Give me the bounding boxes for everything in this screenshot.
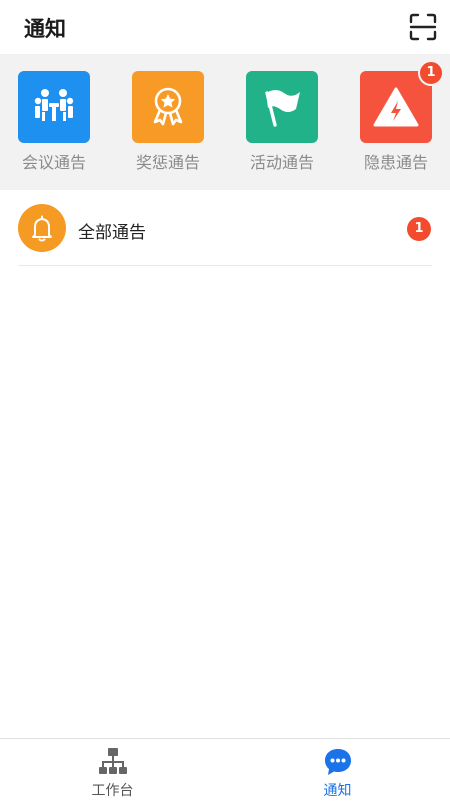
header: 通知 [0, 0, 450, 54]
unread-badge: 1 [407, 217, 431, 241]
award-icon [153, 87, 183, 126]
category-activity[interactable]: 活动通告 [238, 71, 328, 181]
tab-workbench[interactable]: 工作台 [0, 739, 225, 801]
list-item-label: 全部通告 [78, 223, 146, 243]
tab-label: 工作台 [91, 783, 134, 799]
category-label: 活动通告 [249, 153, 314, 172]
scan-icon [409, 13, 437, 41]
category-meeting[interactable]: 会议通告 [10, 71, 100, 181]
page-title: 通知 [24, 17, 66, 41]
tab-label: 通知 [323, 783, 352, 799]
bell-icon [32, 215, 52, 242]
category-award[interactable]: 奖惩通告 [124, 71, 214, 181]
category-tile [132, 71, 204, 143]
bell-avatar [18, 204, 66, 252]
category-label: 会议通告 [21, 153, 86, 172]
chat-bubble-icon [325, 749, 351, 775]
bottom-tab-bar: 工作台 通知 [0, 738, 450, 801]
category-tile [246, 71, 318, 143]
category-hazard[interactable]: 1 隐患通告 [352, 60, 444, 181]
category-grid: 会议通告 奖惩通告 活动通告 1 隐患通告 [0, 54, 450, 190]
category-label: 奖惩通告 [135, 153, 200, 172]
meeting-icon [34, 89, 74, 121]
workbench-icon [99, 748, 127, 774]
tab-notification[interactable]: 通知 [225, 739, 450, 801]
category-tile [18, 71, 90, 143]
hazard-badge: 1 [418, 60, 444, 86]
scan-button[interactable] [409, 13, 437, 41]
flag-icon [265, 90, 300, 127]
list-item-all-notices[interactable]: 全部通告 1 [18, 190, 432, 266]
category-label: 隐患通告 [363, 153, 428, 172]
